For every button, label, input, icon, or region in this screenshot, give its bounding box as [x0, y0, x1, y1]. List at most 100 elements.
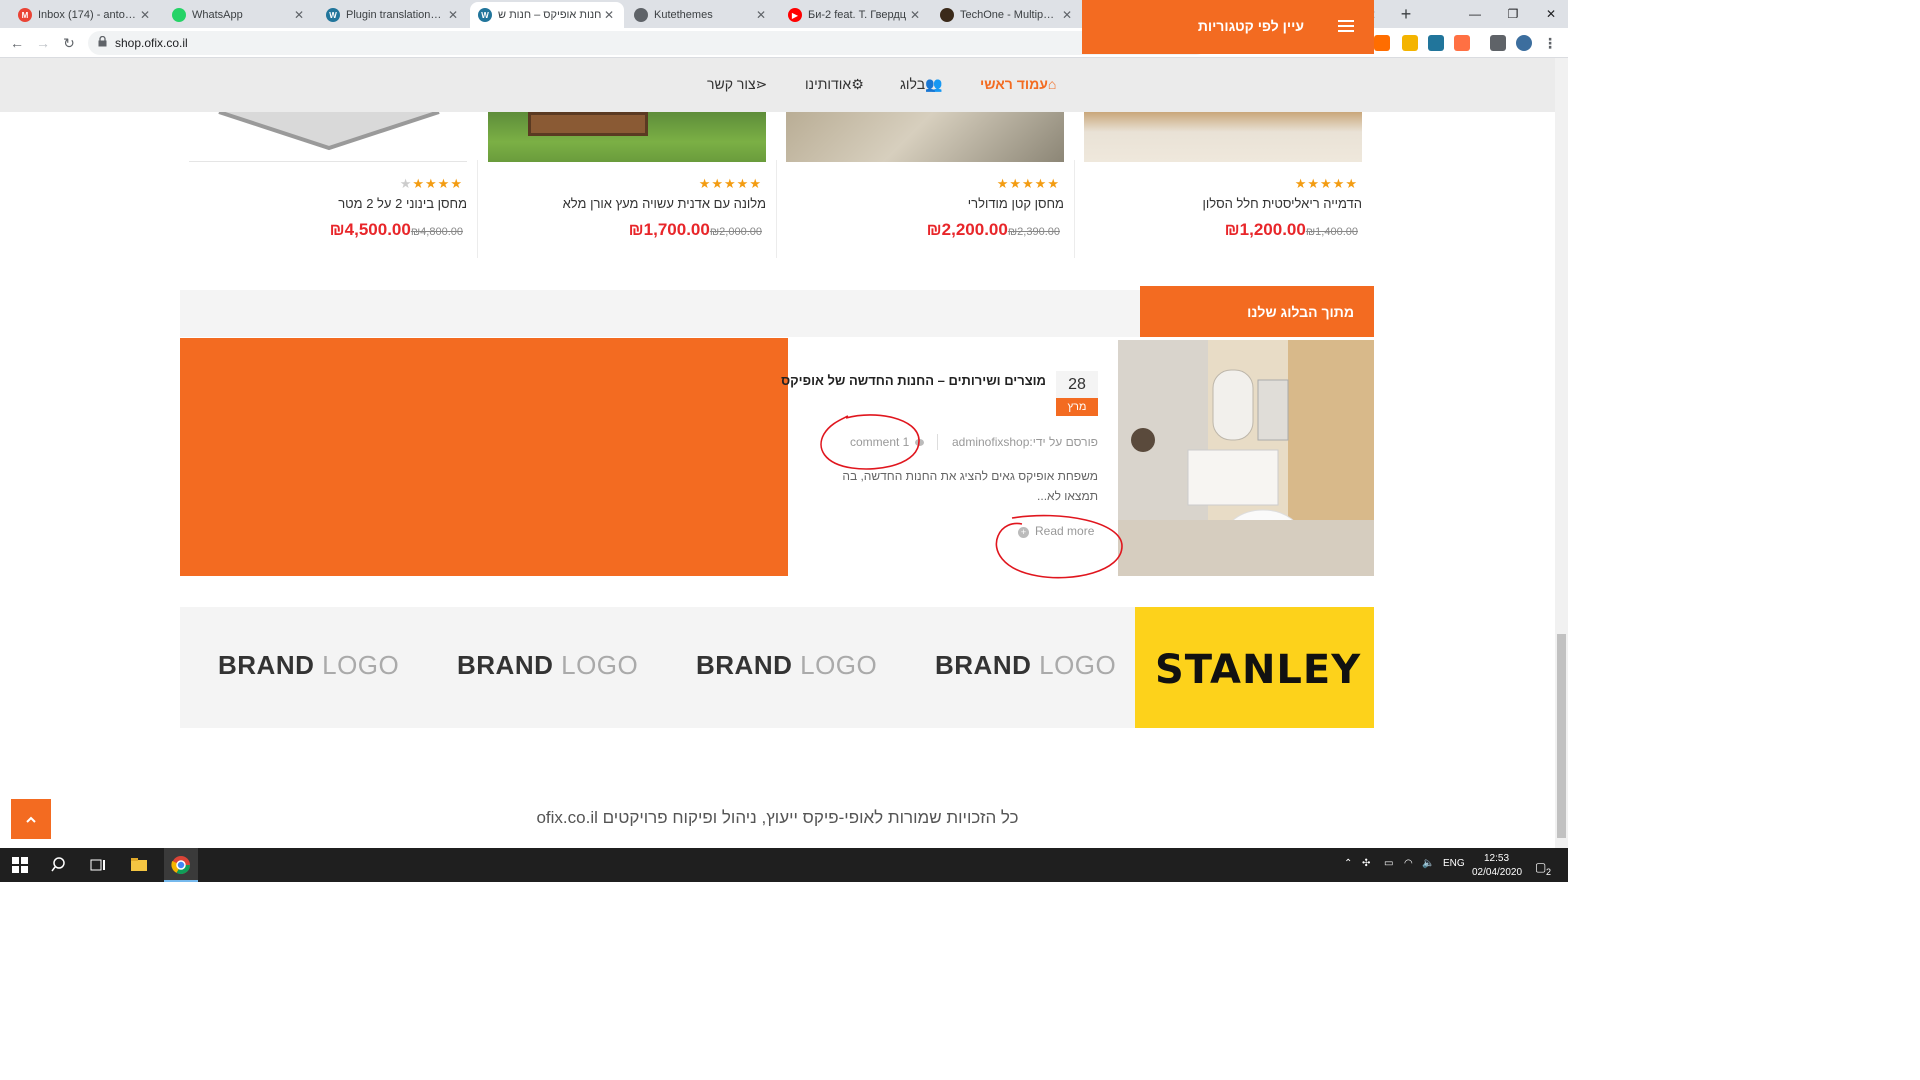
nav-home-label: עמוד ראשי	[980, 76, 1048, 92]
task-view-icon[interactable]	[88, 855, 108, 875]
chrome-icon	[171, 856, 190, 875]
browser-tab-label: Inbox (174) - anton.sus	[38, 9, 138, 21]
browser-tab[interactable]: WhatsApp ✕	[164, 2, 314, 28]
browse-categories-button[interactable]: עיין לפי קטגוריות	[1082, 0, 1374, 54]
ext-icon[interactable]	[1454, 35, 1470, 51]
browser-tab[interactable]: TechOne - Multipurpose✕	[932, 2, 1082, 28]
ext-icon[interactable]	[1402, 35, 1418, 51]
chrome-taskbar-button[interactable]	[164, 848, 198, 882]
product-name[interactable]: מחסן קטן מודולרי	[968, 196, 1064, 211]
brand-logo[interactable]: BRAND LOGO	[935, 650, 1116, 681]
hamburger-icon	[1338, 20, 1354, 32]
brand-logo[interactable]: BRAND LOGO	[457, 650, 638, 681]
brand-logo-bold: BRAND	[935, 650, 1032, 680]
search-icon[interactable]	[50, 855, 70, 875]
browser-tab[interactable]: M Inbox (174) - anton.sus✕	[10, 2, 160, 28]
read-more-link[interactable]: + Read more	[1018, 524, 1094, 538]
product-price: ₪1,200.00₪1,400.00	[1225, 220, 1362, 240]
product-name[interactable]: הדמייה ריאליסטית חלל הסלון	[1202, 196, 1362, 211]
nav-blog-link[interactable]: 👥בלוג	[900, 76, 943, 93]
post-comments-link[interactable]: comment 1	[850, 435, 924, 449]
wordpress-icon: W	[326, 8, 340, 22]
close-tab-icon[interactable]: ✕	[1060, 8, 1074, 22]
close-tab-icon[interactable]: ✕	[754, 8, 768, 22]
nav-about-link[interactable]: ⚙אודותינו	[805, 76, 864, 93]
browser-tab-label: WhatsApp	[192, 9, 243, 21]
browse-categories-label: עיין לפי קטגוריות	[1197, 18, 1304, 34]
post-title-link[interactable]: מוצרים ושירותים – החנות החדשה של אופיקס	[781, 373, 1046, 388]
address-bar[interactable]: shop.ofix.co.il ⌕ ☆	[88, 31, 1208, 55]
new-tab-button[interactable]: +	[1396, 4, 1416, 24]
rating-stars: ★★★★★	[698, 176, 762, 191]
read-more-label: Read more	[1035, 524, 1095, 538]
menu-kebab-icon[interactable]: ⋮	[1542, 35, 1558, 51]
product-card[interactable]: ★★★★★ מחסן קטן מודולרי ₪2,200.00₪2,390.0…	[786, 112, 1064, 260]
profile-avatar-icon[interactable]	[1516, 35, 1532, 51]
home-icon: ⌂	[1047, 76, 1057, 92]
nav-contact-link[interactable]: ⋖צור קשר	[707, 76, 767, 93]
tray-app-icon[interactable]: ✣	[1362, 858, 1370, 869]
gear-icon: ⚙	[851, 76, 864, 92]
file-explorer-icon[interactable]	[129, 855, 149, 875]
close-tab-icon[interactable]: ✕	[602, 8, 616, 22]
divider	[776, 160, 777, 258]
old-price: ₪1,400.00	[1305, 226, 1358, 238]
reading-list-icon[interactable]	[1490, 35, 1506, 51]
product-image[interactable]	[189, 110, 467, 162]
close-window-button[interactable]: ✕	[1528, 0, 1574, 28]
url-text: shop.ofix.co.il	[115, 36, 188, 50]
windows-start-icon[interactable]	[10, 855, 30, 875]
product-price: ₪1,700.00₪2,000.00	[629, 220, 766, 240]
nav-contact-label: צור קשר	[707, 76, 756, 92]
post-author[interactable]: פורסם על ידי:adminofixshop	[952, 435, 1098, 449]
browser-tab[interactable]: W Plugin translations ‹ Lo✕	[318, 2, 468, 28]
clock-time[interactable]: 12:53	[1484, 853, 1509, 864]
back-button[interactable]: ←	[6, 32, 28, 54]
product-image[interactable]	[786, 112, 1064, 162]
language-indicator[interactable]: ENG	[1443, 858, 1465, 869]
product-name[interactable]: מחסן בינוני 2 על 2 מטר	[338, 196, 467, 211]
product-image[interactable]	[488, 112, 766, 162]
close-tab-icon[interactable]: ✕	[292, 8, 306, 22]
nav-home-link[interactable]: ⌂עמוד ראשי	[980, 76, 1056, 92]
reload-button[interactable]: ↻	[58, 32, 80, 54]
ext-icon[interactable]	[1374, 35, 1390, 51]
browser-tab[interactable]: W חנות אופיקס – חנות ש ✕	[470, 2, 624, 28]
nav-blog-label: בלוג	[900, 76, 926, 92]
site-header	[0, 58, 1555, 112]
whatsapp-icon	[172, 8, 186, 22]
browser-tab-label: Би-2 feat. Т. Гвердц	[808, 9, 907, 21]
product-name[interactable]: מלונה עם אדנית עשויה מעץ אורן מלא	[563, 196, 766, 211]
tray-chevron-icon[interactable]: ⌃	[1344, 858, 1352, 869]
clock-date[interactable]: 02/04/2020	[1472, 867, 1522, 878]
close-tab-icon[interactable]: ✕	[446, 8, 460, 22]
brand-logo[interactable]: BRAND LOGO	[696, 650, 877, 681]
close-tab-icon[interactable]: ✕	[138, 8, 152, 22]
chevron-up-icon	[26, 816, 36, 823]
product-price: ₪2,200.00₪2,390.00	[927, 220, 1064, 240]
notification-count: 2	[1546, 867, 1552, 877]
windows-taskbar	[0, 848, 1568, 882]
blog-post-image[interactable]	[1118, 340, 1374, 576]
product-card[interactable]: ★★★★★ מלונה עם אדנית עשויה מעץ אורן מלא …	[488, 112, 766, 260]
scrollbar-thumb[interactable]	[1557, 634, 1566, 838]
product-card[interactable]: ★★★★★ מחסן בינוני 2 על 2 מטר ₪4,500.00₪4…	[189, 110, 467, 260]
globe-icon	[634, 8, 648, 22]
scroll-to-top-button[interactable]	[11, 799, 51, 839]
brand-logo[interactable]: BRAND LOGO	[218, 650, 399, 681]
divider	[1074, 160, 1075, 258]
close-tab-icon[interactable]: ✕	[908, 8, 922, 22]
volume-icon[interactable]: 🔈	[1422, 858, 1434, 869]
sale-price: ₪2,200.00	[926, 220, 1008, 239]
comment-bubble-icon	[914, 439, 924, 446]
forward-button[interactable]: →	[32, 32, 54, 54]
product-card[interactable]: ★★★★★ הדמייה ריאליסטית חלל הסלון ₪1,200.…	[1084, 112, 1362, 260]
wifi-icon[interactable]: ◠	[1404, 858, 1413, 869]
browser-tab[interactable]: Kutethemes ✕	[626, 2, 776, 28]
notification-icon[interactable]: ▢	[1535, 860, 1546, 874]
wordpress-ext-icon[interactable]	[1428, 35, 1444, 51]
browser-tab[interactable]: ▶ Би-2 feat. Т. Гвердц ✕	[780, 2, 930, 28]
stanley-logo[interactable]: STANLEY	[1135, 607, 1374, 728]
product-image[interactable]	[1084, 112, 1362, 162]
battery-icon[interactable]: ▭	[1384, 858, 1393, 869]
